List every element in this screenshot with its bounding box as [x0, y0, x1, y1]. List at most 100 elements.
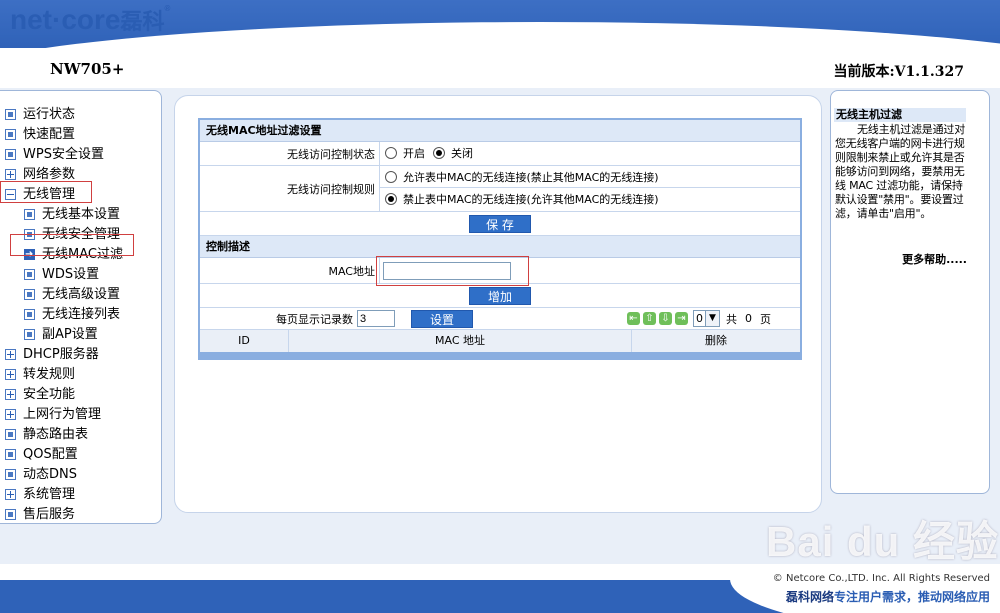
total-prefix: 共 [726, 312, 737, 326]
sidebar-item-label: 安全功能 [23, 387, 76, 402]
sidebar-item-label: 上网行为管理 [23, 407, 102, 422]
help-title: 无线主机过滤 [834, 108, 966, 122]
sidebar-item[interactable]: 无线连接列表 [0, 305, 161, 325]
baidu-watermark: Bai du 经验 [766, 518, 1000, 565]
page-select[interactable]: 0 ▼ [693, 310, 720, 327]
expand-icon [5, 169, 16, 180]
help-text: 无线主机过滤是通过对您无线客户端的网卡进行规则限制来禁止或允许其是否能够访问到网… [835, 123, 965, 220]
rule-deny-label: 禁止表中MAC的无线连接(允许其他MAC的无线连接) [403, 193, 659, 206]
firmware-version: 当前版本:V1.1.327 [833, 64, 964, 80]
sidebar-item-label: 无线高级设置 [42, 287, 121, 302]
sidebar-item[interactable]: WDS设置 [0, 265, 161, 285]
total-pages: 0 [745, 312, 752, 325]
total-suffix: 页 [760, 312, 771, 326]
sidebar-menu: 运行状态快速配置WPS安全设置网络参数无线管理无线基本设置无线安全管理无线MAC… [0, 90, 162, 524]
mac-filter-form: 无线MAC地址过滤设置 无线访问控制状态 开启 关闭 无线访问控制规则 允许表中… [198, 118, 802, 360]
column-header-id: ID [200, 330, 289, 352]
bullet-icon [5, 429, 16, 440]
sidebar-item[interactable]: QOS配置 [0, 445, 161, 465]
column-header-delete: 删除 [705, 334, 727, 347]
expand-icon [5, 349, 16, 360]
bullet-icon [24, 309, 35, 320]
sidebar-item-label: DHCP服务器 [23, 347, 99, 362]
sidebar-item-label: 转发规则 [23, 367, 76, 382]
first-page-icon[interactable]: ⇤ [627, 312, 640, 325]
footer: © Netcore Co.,LTD. Inc. All Rights Reser… [0, 564, 1000, 613]
sidebar-item[interactable]: 静态路由表 [0, 425, 161, 445]
sidebar-item[interactable]: 售后服务 [0, 505, 161, 525]
expand-icon [5, 389, 16, 400]
sidebar-item[interactable]: 副AP设置 [0, 325, 161, 345]
radio-state-on[interactable] [385, 147, 397, 159]
sidebar-item-label: 静态路由表 [23, 427, 89, 442]
highlight-box [0, 181, 92, 203]
radio-state-off[interactable] [433, 147, 445, 159]
bullet-icon [5, 469, 16, 480]
sidebar-item-label: 无线连接列表 [42, 307, 121, 322]
model-name: NW705+ [50, 60, 125, 78]
highlight-box [376, 256, 529, 286]
bullet-icon [5, 149, 16, 160]
bullet-icon [24, 209, 35, 220]
next-page-icon[interactable]: ⇩ [659, 312, 672, 325]
sidebar-item[interactable]: 无线基本设置 [0, 205, 161, 225]
sidebar-item-label: 系统管理 [23, 487, 76, 502]
copyright-text: © Netcore Co.,LTD. Inc. All Rights Reser… [772, 573, 990, 584]
sidebar-item[interactable]: 上网行为管理 [0, 405, 161, 425]
rule-label: 无线访问控制规则 [200, 166, 380, 211]
section-title: 控制描述 [200, 236, 800, 258]
bullet-icon [5, 449, 16, 460]
sidebar-item-label: 网络参数 [23, 167, 76, 182]
add-button[interactable]: 增加 [469, 286, 531, 305]
slogan-text: 磊科网络专注用户需求，推动网络应用 [785, 590, 990, 604]
set-button[interactable]: 设置 [411, 309, 473, 328]
column-header-mac: MAC 地址 [289, 330, 632, 352]
bullet-icon [5, 509, 16, 520]
sidebar-item[interactable]: 运行状态 [0, 105, 161, 125]
bullet-icon [24, 329, 35, 340]
sidebar-item[interactable]: 转发规则 [0, 365, 161, 385]
expand-icon [5, 489, 16, 500]
save-button[interactable]: 保 存 [469, 214, 531, 233]
state-on-label: 开启 [403, 147, 425, 160]
sidebar-item-label: QOS配置 [23, 447, 78, 462]
sidebar-item-label: 售后服务 [23, 507, 76, 522]
per-page-input[interactable] [357, 310, 395, 327]
sidebar-item[interactable]: 快速配置 [0, 125, 161, 145]
highlight-box [10, 234, 134, 256]
per-page-label: 每页显示记录数 [276, 312, 353, 326]
sidebar-item[interactable]: WPS安全设置 [0, 145, 161, 165]
expand-icon [5, 409, 16, 420]
radio-rule-deny[interactable] [385, 193, 397, 205]
sidebar-item[interactable]: DHCP服务器 [0, 345, 161, 365]
previous-page-icon[interactable]: ⇧ [643, 312, 656, 325]
sidebar-item-label: 动态DNS [23, 467, 77, 482]
bullet-icon [24, 289, 35, 300]
sidebar-item-label: WDS设置 [42, 267, 100, 282]
expand-icon [5, 369, 16, 380]
sidebar-item-label: 无线基本设置 [42, 207, 121, 222]
bullet-icon [5, 129, 16, 140]
sidebar-item-label: 副AP设置 [42, 327, 98, 342]
bullet-icon [5, 109, 16, 120]
last-page-icon[interactable]: ⇥ [675, 312, 688, 325]
state-off-label: 关闭 [451, 147, 473, 160]
section-title: 无线MAC地址过滤设置 [200, 120, 800, 142]
sidebar-item-label: WPS安全设置 [23, 147, 104, 162]
radio-rule-allow[interactable] [385, 170, 397, 183]
sidebar-item-label: 运行状态 [23, 107, 76, 122]
table-header: ID MAC 地址 删除 [200, 330, 800, 352]
netcore-logo: net·core磊科® [10, 4, 171, 35]
sidebar-item[interactable]: 动态DNS [0, 465, 161, 485]
help-panel: 无线主机过滤 无线主机过滤是通过对您无线客户端的网卡进行规则限制来禁止或允许其是… [830, 90, 990, 494]
sidebar-item-label: 快速配置 [23, 127, 76, 142]
sidebar-item[interactable]: 安全功能 [0, 385, 161, 405]
pagination-bar: 每页显示记录数 设置 ⇤ ⇧ ⇩ ⇥ 0▼ 共 0 页 [200, 308, 800, 330]
sidebar-item[interactable]: 系统管理 [0, 485, 161, 505]
access-state-label: 无线访问控制状态 [200, 142, 380, 165]
bullet-icon [24, 269, 35, 280]
chevron-down-icon: ▼ [705, 311, 719, 326]
more-help-link[interactable]: 更多帮助..... [902, 251, 967, 267]
sidebar-item[interactable]: 无线高级设置 [0, 285, 161, 305]
mac-address-label: MAC地址 [200, 258, 380, 283]
